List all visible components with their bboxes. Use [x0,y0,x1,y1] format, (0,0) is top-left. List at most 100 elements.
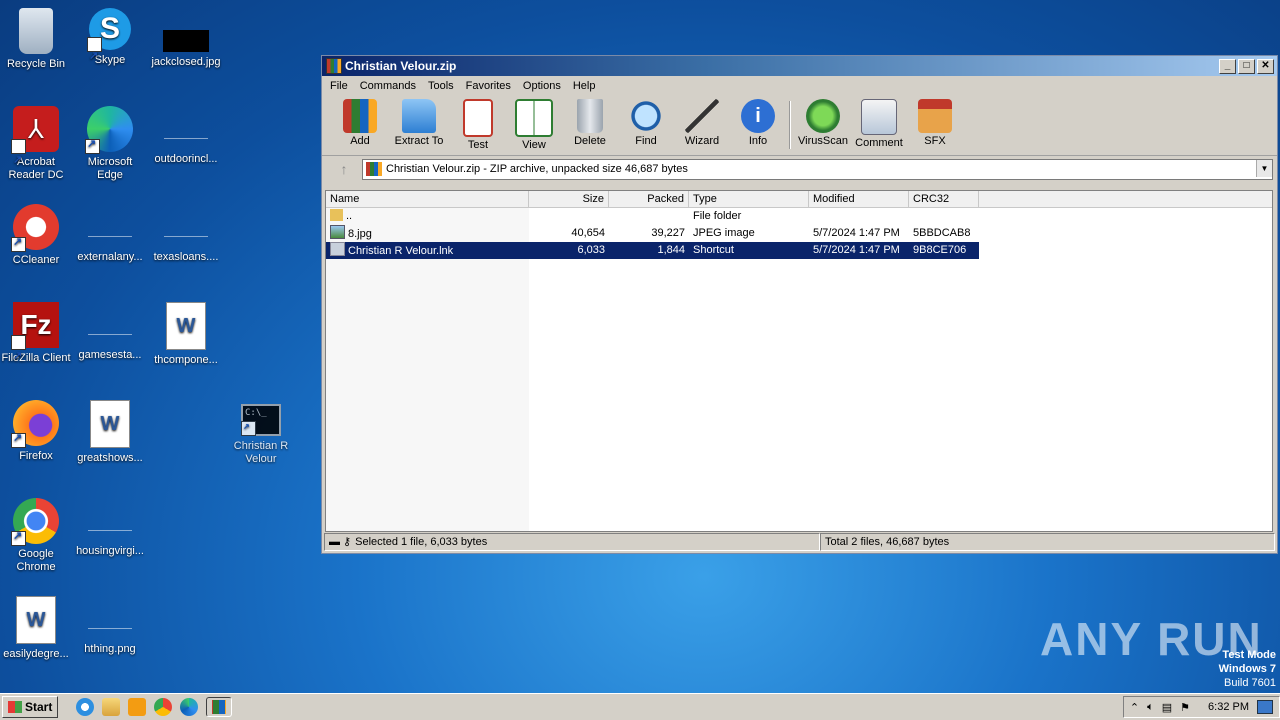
desktop-icon-greatshows[interactable]: W greatshows... [74,400,146,465]
edge-icon [85,106,133,154]
speaker-icon[interactable]: 🔈︎ [1147,701,1154,714]
menu-bar: File Commands Tools Favorites Options He… [322,76,1277,95]
desktop-icon-easilydegre[interactable]: W easilydegre... [0,596,72,661]
file-icon [88,314,132,335]
image-file-icon [330,225,345,239]
info-button[interactable]: i Info [730,95,786,155]
add-button[interactable]: Add [332,95,388,155]
desktop-icon-thcompone[interactable]: W thcompone... [150,302,222,367]
menu-help[interactable]: Help [567,80,602,92]
virusscan-button[interactable]: VirusScan [795,95,851,155]
acrobat-icon: ⅄ [11,106,59,183]
word-document-icon: W [166,302,206,350]
address-text: Christian Velour.zip - ZIP archive, unpa… [386,163,688,175]
desktop-icon-hthing[interactable]: hthing.png [74,596,146,656]
chevron-down-icon[interactable]: ▼ [1256,159,1272,177]
menu-favorites[interactable]: Favorites [460,80,517,92]
desktop-icon-outdoorincl[interactable]: outdoorincl... [150,106,222,166]
word-document-icon: W [16,596,56,644]
desktop-icon-housingvirgi[interactable]: housingvirgi... [74,498,146,558]
menu-commands[interactable]: Commands [354,80,422,92]
desktop-icon-texasloans[interactable]: texasloans.... [150,204,222,264]
desktop-icon-recycle-bin[interactable]: Recycle Bin [0,8,72,71]
add-icon [343,99,377,133]
windows-flag-icon [8,701,22,713]
column-packed[interactable]: Packed [609,191,689,207]
desktop-icon-acrobat[interactable]: ⅄ Acrobat Reader DC [0,106,72,183]
system-tray: ⌃ 🔈︎ ▤ ⚑ 6:32 PM [1122,696,1280,718]
test-button[interactable]: Test [450,95,506,155]
file-icon [88,608,132,629]
desktop-icon-chrome[interactable]: Google Chrome [0,498,72,574]
find-button[interactable]: Find [618,95,674,155]
ccleaner-icon [11,204,59,252]
desktop-icon-christian-r-velour[interactable]: C:\_ Christian R Velour [225,404,297,466]
winrar-window: Christian Velour.zip _ □ ✕ File Commands… [321,55,1278,554]
clock[interactable]: 6:32 PM [1208,701,1249,713]
minimize-button[interactable]: _ [1219,58,1236,74]
desktop-icon-firefox[interactable]: Firefox [0,400,72,463]
column-type[interactable]: Type [689,191,809,207]
sfx-button[interactable]: SFX [907,95,963,155]
sfx-icon [918,99,952,133]
explorer-folder-icon[interactable] [102,698,121,716]
action-center-flag-icon[interactable]: ⚑ [1180,701,1190,714]
desktop-icon-ccleaner[interactable]: CCleaner [0,204,72,267]
comment-button[interactable]: Comment [851,95,907,155]
archive-icon [366,162,382,176]
show-desktop-icon[interactable] [1257,700,1273,714]
column-size[interactable]: Size [529,191,609,207]
toolbar: Add Extract To Test View Delete Find Wiz… [322,95,1277,156]
key-icon: ▬ ⚷ [329,536,352,548]
close-button[interactable]: ✕ [1257,58,1274,74]
shortcut-file-icon [330,242,345,256]
up-arrow-icon[interactable]: ↑ [326,159,362,179]
start-button[interactable]: Start [2,696,59,718]
address-bar: ↑ Christian Velour.zip - ZIP archive, un… [322,156,1277,182]
edge-taskbar-icon[interactable] [180,698,199,716]
file-list: Name Size Packed Type Modified CRC32 .. … [325,190,1273,532]
table-row-selected[interactable]: Christian R Velour.lnk 6,033 1,844 Short… [326,242,979,259]
media-player-icon[interactable] [128,698,147,716]
status-selection: ▬ ⚷ Selected 1 file, 6,033 bytes [324,533,820,551]
column-modified[interactable]: Modified [809,191,909,207]
title-bar[interactable]: Christian Velour.zip _ □ ✕ [322,56,1277,76]
winrar-taskbar-icon[interactable] [206,697,233,717]
column-headers: Name Size Packed Type Modified CRC32 [326,191,1272,208]
chevron-up-icon[interactable]: ⌃ [1130,701,1139,714]
folder-icon [330,209,343,221]
bug-icon [806,99,840,133]
filezilla-icon: Fz [11,302,59,379]
menu-options[interactable]: Options [517,80,567,92]
book-icon [515,99,553,137]
image-file-icon [163,30,209,52]
maximize-button[interactable]: □ [1238,58,1255,74]
status-total: Total 2 files, 46,687 bytes [820,533,1275,551]
desktop-icon-skype[interactable]: S Skype [74,8,146,77]
file-icon [164,216,208,237]
table-row[interactable]: 8.jpg 40,654 39,227 JPEG image 5/7/2024 … [326,225,1272,242]
desktop-icon-externalany[interactable]: externalany... [74,204,146,264]
table-row[interactable]: .. File folder [326,208,1272,225]
delete-button[interactable]: Delete [562,95,618,155]
desktop-icon-edge[interactable]: Microsoft Edge [74,106,146,182]
view-button[interactable]: View [506,95,562,155]
menu-tools[interactable]: Tools [422,80,460,92]
extract-to-button[interactable]: Extract To [388,95,450,155]
firefox-icon [11,400,59,448]
desktop-icon-gamesesta[interactable]: gamesesta... [74,302,146,362]
toolbar-separator [789,101,791,149]
network-icon[interactable]: ▤ [1162,701,1172,714]
desktop-icon-filezilla[interactable]: Fz FileZilla Client [0,302,72,379]
internet-explorer-icon[interactable] [76,698,95,716]
column-crc32[interactable]: CRC32 [909,191,979,207]
magnifier-icon [629,99,663,133]
address-field[interactable]: Christian Velour.zip - ZIP archive, unpa… [362,158,1273,180]
recycle-bin-icon [19,8,53,54]
wizard-button[interactable]: Wizard [674,95,730,155]
desktop-icon-jackclosed[interactable]: jackclosed.jpg [150,8,222,69]
chrome-taskbar-icon[interactable] [154,698,173,716]
menu-file[interactable]: File [324,80,354,92]
taskbar: Start ⌃ 🔈︎ ▤ ⚑ 6:32 PM [0,693,1280,720]
column-name[interactable]: Name [326,191,529,207]
